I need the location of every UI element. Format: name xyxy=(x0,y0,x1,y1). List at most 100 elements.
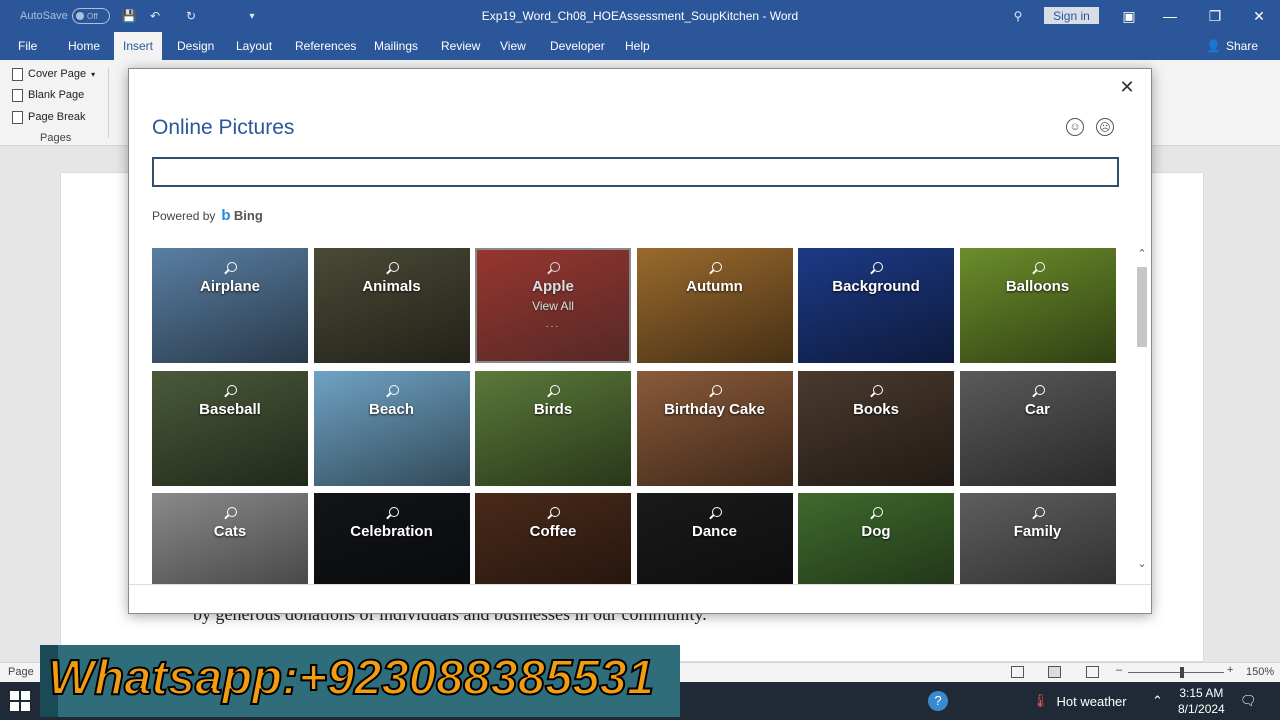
page-break-icon xyxy=(12,110,23,124)
tab-review[interactable]: Review xyxy=(441,32,480,60)
tab-help[interactable]: Help xyxy=(625,32,650,60)
window-close-icon[interactable]: ✕ xyxy=(1244,0,1274,32)
tab-layout[interactable]: Layout xyxy=(236,32,272,60)
search-icon xyxy=(223,384,237,399)
ribbon-display-options-icon[interactable]: ▣ xyxy=(1114,0,1144,32)
tab-view[interactable]: View xyxy=(500,32,526,60)
scroll-down-icon[interactable]: ⌄ xyxy=(1135,557,1149,571)
category-label: Airplane xyxy=(199,278,260,295)
sign-in-button[interactable]: Sign in xyxy=(1044,7,1099,24)
grid-scrollbar[interactable]: ⌃ ⌄ xyxy=(1135,245,1149,581)
category-label: Baseball xyxy=(199,400,261,418)
category-label: Books xyxy=(853,400,899,418)
system-clock[interactable]: 3:15 AM 8/1/2024 xyxy=(1178,685,1225,717)
search-icon[interactable]: ⚲ xyxy=(1008,0,1028,32)
category-tile-apple[interactable]: Apple View All... xyxy=(475,248,631,363)
page-break-button[interactable]: Page Break xyxy=(12,107,85,127)
help-icon[interactable]: ? xyxy=(928,682,948,720)
redo-icon[interactable]: ↻ xyxy=(182,0,200,32)
category-tile-dance[interactable]: Dance xyxy=(636,493,793,584)
category-tile-balloons[interactable]: Balloons xyxy=(959,248,1116,363)
category-tile-books[interactable]: Books xyxy=(798,371,954,486)
document-name: Exp19_Word_Ch08_HOEAssessment_SoupKitche… xyxy=(481,9,760,23)
scroll-thumb[interactable] xyxy=(1137,267,1147,347)
category-tile-birthday-cake[interactable]: Birthday Cake xyxy=(636,371,793,486)
category-tile-family[interactable]: Family xyxy=(959,493,1116,584)
tab-file[interactable]: File xyxy=(18,32,37,60)
autosave-label: AutoSave xyxy=(20,10,68,22)
autosave-toggle[interactable]: Off xyxy=(72,8,110,24)
category-tile-coffee[interactable]: Coffee xyxy=(475,493,631,584)
blank-page-button[interactable]: Blank Page xyxy=(12,85,84,105)
page-indicator[interactable]: Page xyxy=(8,666,34,678)
category-tile-car[interactable]: Car xyxy=(959,371,1116,486)
category-label: Animals xyxy=(362,278,421,295)
scroll-up-icon[interactable]: ⌃ xyxy=(1135,247,1149,261)
show-hidden-icons-icon[interactable]: ⌃ xyxy=(1152,682,1163,720)
tab-references[interactable]: References xyxy=(295,32,356,60)
category-label: Dog xyxy=(861,523,891,540)
zoom-out-icon[interactable]: – xyxy=(1116,664,1122,676)
category-tile-animals[interactable]: Animals xyxy=(313,248,470,363)
dialog-title: Online Pictures xyxy=(152,116,295,139)
provider-name: Bing xyxy=(233,208,263,223)
cover-page-label: Cover Page xyxy=(28,68,87,80)
search-icon xyxy=(708,507,722,521)
minimize-icon[interactable]: — xyxy=(1155,0,1185,32)
powered-by-label: Powered by xyxy=(152,208,216,223)
dialog-divider xyxy=(129,584,1151,585)
tab-insert[interactable]: Insert xyxy=(114,32,163,60)
search-icon xyxy=(869,507,883,521)
blank-page-icon xyxy=(12,88,23,102)
weather-widget[interactable]: 🌡 Hot weather xyxy=(1032,682,1127,720)
tab-design[interactable]: Design xyxy=(177,32,214,60)
tab-developer[interactable]: Developer xyxy=(550,32,605,60)
blank-page-label: Blank Page xyxy=(28,89,85,101)
smile-feedback-icon[interactable]: ☺ xyxy=(1066,118,1084,136)
zoom-in-icon[interactable]: + xyxy=(1227,664,1233,676)
notifications-icon[interactable]: 🗨 xyxy=(1240,682,1257,720)
powered-by-bing: Powered by b Bing xyxy=(152,207,263,224)
zoom-level[interactable]: 150% xyxy=(1246,666,1274,678)
quick-access-dropdown-icon[interactable]: ▾ xyxy=(244,0,260,32)
undo-icon[interactable]: ↶ xyxy=(146,0,164,32)
window-title: Exp19_Word_Ch08_HOEAssessment_SoupKitche… xyxy=(430,0,850,32)
cover-page-button[interactable]: Cover Page ▾ xyxy=(12,64,95,84)
more-options-icon[interactable]: ... xyxy=(546,319,560,330)
restore-icon[interactable]: ❐ xyxy=(1200,0,1230,32)
view-all-link[interactable]: View All xyxy=(532,299,574,313)
zoom-slider-thumb[interactable] xyxy=(1180,667,1184,678)
thermometer-icon: 🌡 xyxy=(1032,693,1049,708)
frown-feedback-icon[interactable]: ☹ xyxy=(1096,118,1114,136)
category-label: Background xyxy=(832,278,920,295)
search-icon xyxy=(1031,507,1045,521)
clock-date: 8/1/2024 xyxy=(1178,702,1225,716)
search-icon xyxy=(869,384,883,399)
category-tile-cats[interactable]: Cats xyxy=(152,493,308,584)
tab-mailings[interactable]: Mailings xyxy=(374,32,418,60)
category-tile-autumn[interactable]: Autumn xyxy=(636,248,793,363)
search-input[interactable] xyxy=(152,157,1119,187)
web-layout-icon[interactable] xyxy=(1086,666,1099,678)
search-icon xyxy=(1031,384,1045,399)
share-button[interactable]: 👤 Share xyxy=(1206,32,1258,60)
save-icon[interactable]: 💾 xyxy=(120,0,138,32)
clock-time: 3:15 AM xyxy=(1179,686,1224,700)
category-tile-dog[interactable]: Dog xyxy=(798,493,954,584)
tab-home[interactable]: Home xyxy=(68,32,100,60)
zoom-slider[interactable] xyxy=(1128,672,1224,673)
search-icon xyxy=(546,384,560,399)
print-layout-icon[interactable] xyxy=(1048,666,1061,678)
weather-label: Hot weather xyxy=(1056,693,1127,709)
category-tile-airplane[interactable]: Airplane xyxy=(152,248,308,363)
category-label: Apple xyxy=(532,278,574,295)
windows-start-icon[interactable] xyxy=(10,691,30,711)
category-tile-celebration[interactable]: Celebration xyxy=(313,493,470,584)
category-tile-beach[interactable]: Beach xyxy=(313,371,470,486)
category-tile-baseball[interactable]: Baseball xyxy=(152,371,308,486)
close-icon[interactable]: ✕ xyxy=(1117,77,1137,97)
category-tile-background[interactable]: Background xyxy=(798,248,954,363)
read-mode-icon[interactable] xyxy=(1011,666,1024,678)
cover-page-icon xyxy=(12,67,23,81)
category-tile-birds[interactable]: Birds xyxy=(475,371,631,486)
